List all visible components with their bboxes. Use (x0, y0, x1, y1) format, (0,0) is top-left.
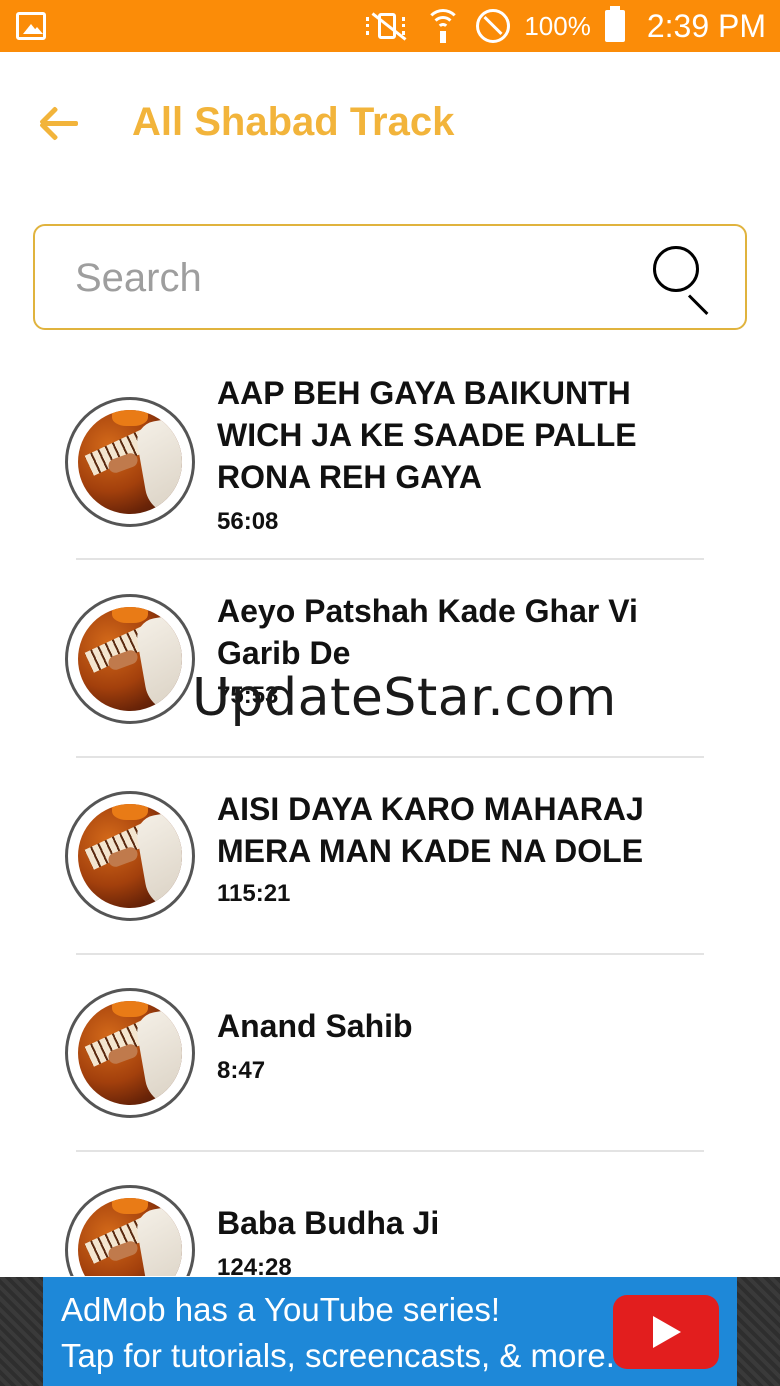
youtube-play-icon[interactable] (613, 1295, 719, 1369)
status-bar: 100% 2:39 PM (0, 0, 780, 52)
track-list[interactable]: AAP BEH GAYA BAIKUNTH WICH JA KE SAADE P… (0, 350, 780, 1276)
track-duration: 8:47 (217, 1057, 266, 1084)
track-item[interactable]: Baba Budha Ji 124:28 (0, 1152, 780, 1276)
track-duration: 124:28 (217, 1254, 292, 1276)
ad-subline: Tap for tutorials, screencasts, & more. (61, 1337, 615, 1374)
track-title: Aeyo Patshah Kade Ghar Vi Garib De (217, 593, 638, 671)
ad-headline: AdMob has a YouTube series! (61, 1291, 501, 1328)
gallery-icon (16, 12, 46, 40)
track-item[interactable]: Anand Sahib 8:47 (0, 955, 780, 1152)
track-item[interactable]: Aeyo Patshah Kade Ghar Vi Garib De 75:53 (0, 560, 780, 757)
page-title: All Shabad Track (132, 100, 455, 144)
search-box (33, 224, 747, 330)
battery-icon (604, 6, 625, 42)
battery-percentage: 100% (524, 10, 591, 41)
track-thumbnail (65, 594, 195, 724)
track-title: Anand Sahib (217, 1008, 413, 1044)
app-header: All Shabad Track (0, 52, 780, 192)
clock: 2:39 PM (646, 7, 766, 44)
track-title: AISI DAYA KARO MAHARAJ MERA MAN KADE NA … (217, 791, 644, 869)
track-thumbnail (65, 988, 195, 1118)
search-icon[interactable] (651, 244, 715, 315)
admob-ad[interactable]: AdMob has a YouTube series! Tap for tuto… (43, 1277, 737, 1386)
wifi-icon (424, 7, 462, 45)
status-icons: 100% 2:39 PM (364, 0, 766, 52)
vibrate-off-icon (364, 11, 410, 41)
track-duration: 115:21 (217, 880, 291, 907)
track-title: AAP BEH GAYA BAIKUNTH WICH JA KE SAADE P… (217, 375, 637, 495)
search-input[interactable] (75, 248, 635, 308)
ad-banner: AdMob has a YouTube series! Tap for tuto… (0, 1277, 780, 1386)
track-thumbnail (65, 791, 195, 921)
track-thumbnail (65, 1185, 195, 1276)
track-item[interactable]: AAP BEH GAYA BAIKUNTH WICH JA KE SAADE P… (0, 350, 780, 547)
track-duration: 75:53 (217, 682, 279, 709)
track-duration: 56:08 (217, 508, 279, 535)
track-thumbnail (65, 397, 195, 527)
do-not-disturb-icon (476, 9, 511, 43)
back-button[interactable] (36, 98, 86, 148)
track-title: Baba Budha Ji (217, 1205, 440, 1241)
track-item[interactable]: AISI DAYA KARO MAHARAJ MERA MAN KADE NA … (0, 758, 780, 955)
